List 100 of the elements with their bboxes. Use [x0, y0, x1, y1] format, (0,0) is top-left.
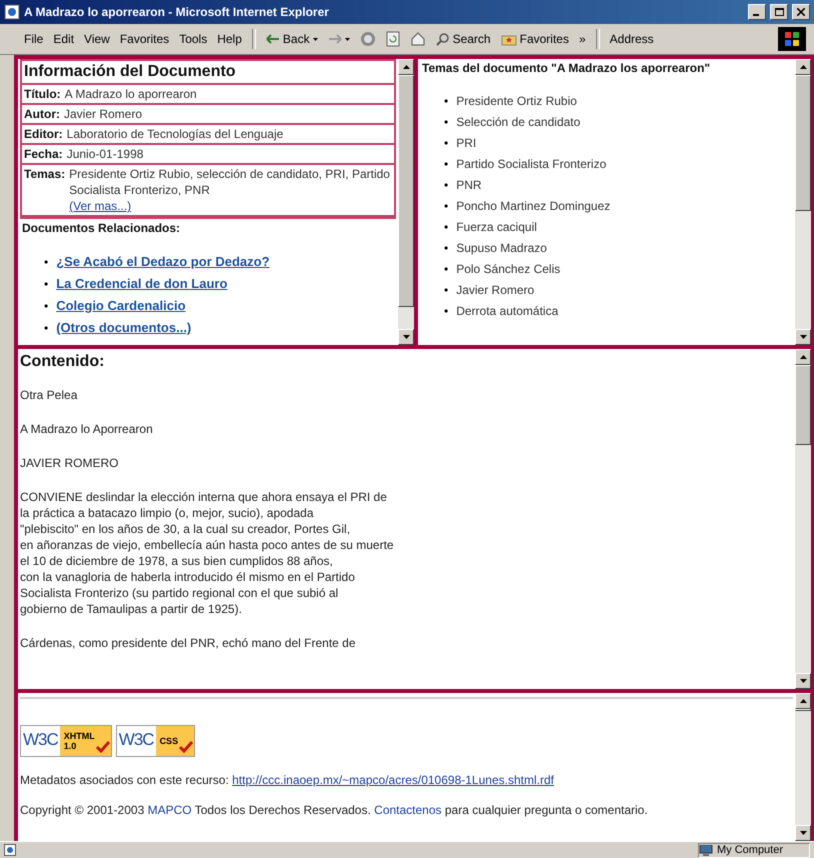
topic-item: Presidente Ortiz Rubio — [456, 93, 577, 110]
topic-item: Partido Socialista Fronterizo — [456, 156, 606, 173]
back-button[interactable]: Back — [266, 32, 318, 46]
related-link[interactable]: ¿Se Acabó el Dedazo por Dedazo? — [56, 251, 270, 272]
up-arrow-icon — [800, 699, 806, 703]
down-arrow-icon — [800, 679, 806, 683]
bullet: • — [444, 135, 448, 152]
validation-badge[interactable]: W3C CSS — [116, 725, 196, 757]
minimize-button[interactable] — [748, 4, 766, 20]
bullet: • — [444, 198, 448, 215]
forward-button[interactable] — [328, 34, 350, 44]
stop-button[interactable] — [360, 31, 376, 47]
scrollbar[interactable] — [795, 693, 811, 841]
bullet: • — [444, 240, 448, 257]
up-arrow-icon — [800, 355, 806, 359]
field-value: Javier Romero — [64, 106, 142, 122]
topic-item: Fuerza caciquil — [456, 219, 537, 236]
topic-item: Javier Romero — [456, 282, 534, 299]
close-icon — [797, 8, 805, 16]
topic-item: Poncho Martinez Dominguez — [456, 198, 610, 215]
close-button[interactable] — [792, 4, 810, 20]
topic-item: Supuso Madrazo — [456, 240, 547, 257]
menu-item[interactable]: Edit — [53, 32, 74, 46]
menu-item[interactable]: View — [84, 32, 110, 46]
maximize-button[interactable] — [770, 4, 788, 20]
menu-item[interactable]: Tools — [179, 32, 208, 46]
bullet: • — [44, 298, 48, 315]
content-paragraph: JAVIER ROMERO — [20, 455, 120, 471]
address-label: Address — [610, 32, 654, 46]
bullet: • — [444, 261, 448, 278]
bullet: • — [44, 254, 48, 271]
more-link[interactable]: (Ver mas...) — [69, 199, 132, 213]
content-paragraph: Otra Pelea — [20, 387, 78, 403]
related-link[interactable]: Colegio Cardenalicio — [56, 295, 186, 316]
bullet: • — [444, 303, 448, 320]
footer-link[interactable]: Contactenos — [374, 803, 442, 817]
field-value: Junio-01-1998 — [66, 146, 144, 162]
bullet: • — [444, 114, 448, 131]
search-button[interactable]: Search — [436, 32, 491, 46]
more-button[interactable]: » — [578, 32, 586, 46]
field-label: Fecha: — [24, 146, 63, 162]
topic-item: Selección de candidato — [456, 114, 580, 131]
metadata-link[interactable]: http://ccc.inaoep.mx/~mapco/acres/010698-1Lunes.shtml.rdf — [232, 773, 554, 787]
home-icon — [410, 32, 426, 46]
field-label: Título: — [24, 86, 61, 102]
window-title: A Madrazo lo aporrearon - Microsoft Internet Explorer — [24, 5, 330, 19]
field-value: Laboratorio de Tecnologías del Lenguaje — [66, 126, 284, 142]
bullet: • — [444, 282, 448, 299]
search-icon — [436, 32, 450, 46]
forward-arrow-icon — [328, 34, 342, 44]
caret-icon — [344, 38, 350, 40]
back-arrow-icon — [266, 34, 280, 44]
menu-item[interactable]: Help — [217, 32, 242, 46]
up-arrow-icon — [402, 65, 410, 69]
scrollbar[interactable] — [795, 59, 811, 345]
down-arrow-icon — [800, 335, 806, 339]
computer-icon — [699, 844, 713, 856]
content-paragraph: CONVIENE deslindar la elección interna que ahora ensaya el PRI de la práctica a batacazo limpio (o, mejor, sucio), apodada "plebiscito" en los años de 30, a la cual su creador, Portes Gil, en añoranzas de viejo, embellecía aún hasta poco antes de su muerte el 10 de diciembre de 1978, a sus bien cumplidos 88 años, con la vanagloria de haberla introducido él mismo en el Partido Socialista Fronterizo (su partido regional con el que subió al gobierno de Tamaulipas a partir de 1925). — [20, 489, 395, 617]
scrollbar[interactable] — [795, 349, 811, 689]
page-icon — [4, 844, 16, 856]
throbber-icon — [778, 27, 806, 51]
content-paragraph: Cárdenas, como presidente del PNR, echó mano del Frente de — [20, 635, 357, 651]
info-heading: Información del Documento — [24, 62, 237, 82]
menu-item[interactable]: Favorites — [120, 32, 170, 46]
bullet: • — [444, 93, 448, 110]
maximize-icon — [774, 8, 784, 16]
up-arrow-icon — [800, 65, 806, 69]
refresh-button[interactable] — [386, 31, 400, 47]
bullet: • — [44, 276, 48, 293]
field-label: Editor: — [24, 126, 63, 142]
field-label: Autor: — [24, 106, 60, 122]
content-paragraph: A Madrazo lo Aporrearon — [20, 421, 154, 437]
field-label: Temas: — [24, 166, 66, 182]
favorites-button[interactable]: Favorites — [500, 32, 569, 46]
zone-label: My Computer — [717, 844, 784, 856]
related-link[interactable]: La Credencial de don Lauro — [56, 273, 228, 294]
field-value: Presidente Ortiz Rubio, selección de candidato, PRI, Partido Socialista Fronterizo, PNR — [69, 166, 391, 198]
bullet: • — [444, 177, 448, 194]
topic-item: PNR — [456, 177, 482, 194]
caret-icon — [312, 38, 318, 40]
content-heading: Contenido: — [20, 353, 106, 371]
home-button[interactable] — [410, 32, 426, 46]
topics-heading: Temas del documento "A Madrazo los aporrearon" — [421, 60, 712, 77]
field-value: A Madrazo lo aporrearon — [64, 86, 197, 102]
scrollbar[interactable] — [398, 59, 414, 345]
metadata-label: Metadatos asociados con este recurso: — [20, 773, 229, 787]
menu-item[interactable]: File — [24, 32, 44, 46]
topic-item: Derrota automática — [456, 303, 558, 320]
related-heading: Documentos Relacionados: — [21, 220, 182, 237]
down-arrow-icon — [800, 831, 806, 835]
down-arrow-icon — [402, 335, 410, 339]
copyright-text: Copyright © 2001-2003 MAPCO Todos los Derechos Reservados. Contactenos para cualquier pregunta o comentario. — [20, 803, 649, 817]
bullet: • — [444, 219, 448, 236]
related-link[interactable]: (Otros documentos...) — [56, 317, 192, 338]
page-icon — [4, 4, 20, 20]
footer-link[interactable]: MAPCO — [148, 803, 192, 817]
stop-icon — [360, 31, 376, 47]
bullet: • — [444, 156, 448, 173]
refresh-icon — [386, 31, 400, 47]
topic-item: Polo Sánchez Celis — [456, 261, 560, 278]
